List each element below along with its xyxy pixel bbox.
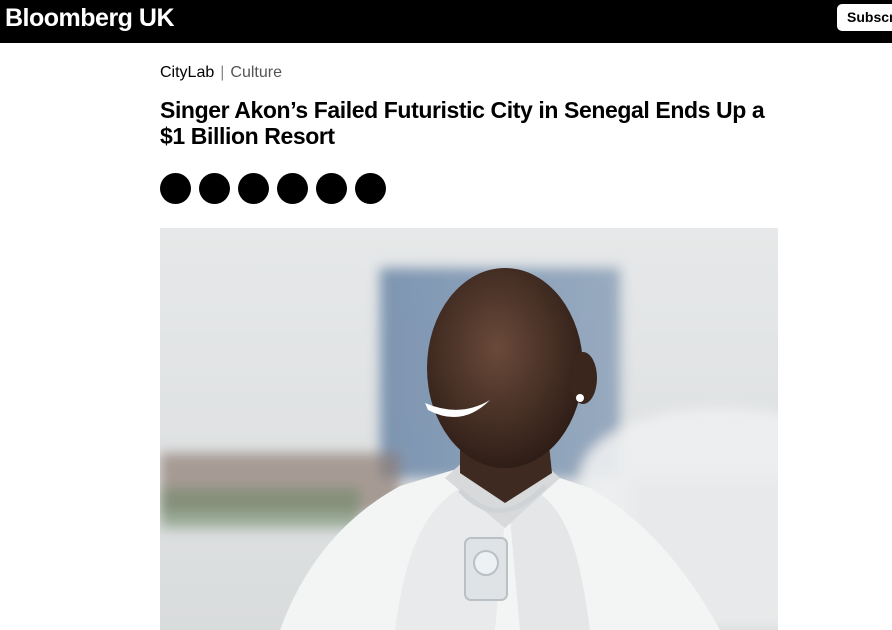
top-navigation-bar: Bloomberg UK Subscribe (0, 0, 892, 43)
breadcrumb: CityLab | Culture (160, 63, 282, 83)
share-button-3[interactable] (238, 173, 269, 204)
breadcrumb-culture-link[interactable]: Culture (230, 64, 282, 81)
share-buttons (160, 173, 386, 204)
portrait-photo-icon (160, 228, 778, 630)
breadcrumb-citylab-link[interactable]: CityLab (160, 64, 214, 81)
share-button-4[interactable] (277, 173, 308, 204)
share-button-5[interactable] (316, 173, 347, 204)
hero-image (160, 228, 778, 630)
share-button-1[interactable] (160, 173, 191, 204)
breadcrumb-separator: | (220, 64, 225, 81)
share-button-2[interactable] (199, 173, 230, 204)
share-button-6[interactable] (355, 173, 386, 204)
bloomberg-uk-logo[interactable]: Bloomberg UK (5, 4, 175, 32)
article-headline: Singer Akon’s Failed Futuristic City in … (160, 97, 765, 149)
subscribe-button[interactable]: Subscribe (837, 4, 892, 31)
